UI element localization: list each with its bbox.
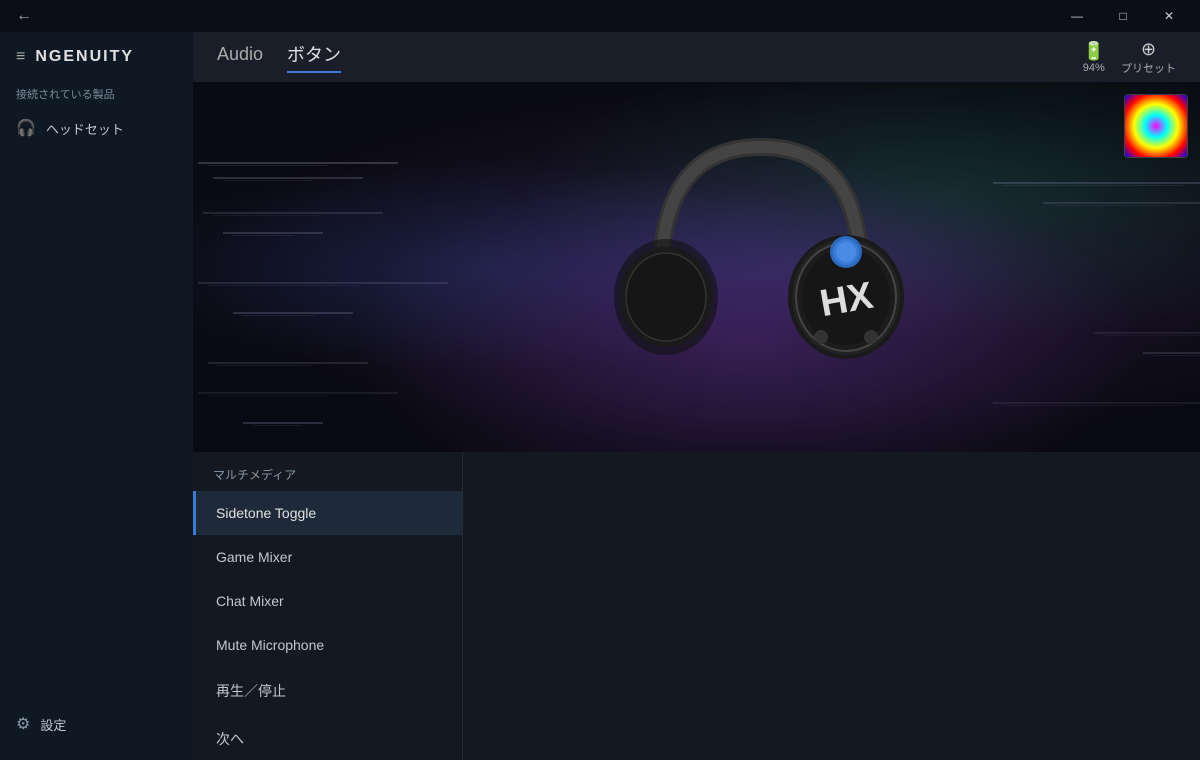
- tab-buttons[interactable]: ボタン: [287, 41, 341, 73]
- connected-products-label: 接続されている製品: [0, 74, 193, 108]
- preset-label: プリセット: [1121, 60, 1176, 76]
- headset-label: ヘッドセット: [46, 119, 124, 138]
- titlebar-left: ←: [8, 7, 40, 25]
- battery-icon: 🔋: [1083, 41, 1105, 62]
- hero-area: HX: [193, 82, 1200, 452]
- list-item[interactable]: Mute Microphone: [193, 623, 462, 667]
- list-item[interactable]: 次へ: [193, 715, 462, 760]
- glitch-line: [208, 165, 328, 166]
- list-item[interactable]: Sidetone Toggle: [193, 491, 462, 535]
- glitch-line: [213, 177, 363, 179]
- main-layout: ≡ NGENUITY 接続されている製品 🎧 ヘッドセット ⚙ 設定 Audio…: [0, 32, 1200, 760]
- settings-label: 設定: [40, 715, 66, 734]
- preset-icon: ⊕: [1141, 39, 1156, 60]
- glitch-line: [233, 235, 293, 236]
- glitch-line: [208, 362, 368, 364]
- glitch-line: [223, 232, 323, 234]
- glitch-line: [253, 425, 301, 426]
- content-area: Audio ボタン 🔋 94% ⊕ プリセット: [193, 32, 1200, 760]
- glitch-line: [243, 315, 315, 316]
- maximize-button[interactable]: □: [1100, 0, 1146, 32]
- right-panel: [463, 452, 1200, 760]
- sidebar-header: ≡ NGENUITY: [0, 32, 193, 74]
- glitch-line: [1003, 405, 1183, 406]
- headset-image: HX: [601, 97, 921, 437]
- glitch-line: [218, 365, 314, 366]
- bottom-panel: マルチメディア Sidetone ToggleGame MixerChat Mi…: [193, 452, 1200, 760]
- list-item[interactable]: Game Mixer: [193, 535, 462, 579]
- glitch-line: [198, 282, 448, 284]
- titlebar-controls: — □ ✕: [1054, 0, 1192, 32]
- glitch-line: [1143, 352, 1200, 354]
- settings-icon: ⚙: [16, 714, 30, 734]
- titlebar: ← — □ ✕: [0, 0, 1200, 32]
- glitch-line: [208, 395, 328, 396]
- glitch-line: [223, 180, 313, 181]
- sidebar-item-headset[interactable]: 🎧 ヘッドセット: [0, 108, 193, 148]
- glitch-line: [993, 402, 1200, 404]
- glitch-line: [1043, 202, 1200, 204]
- list-item[interactable]: Chat Mixer: [193, 579, 462, 623]
- sidebar: ≡ NGENUITY 接続されている製品 🎧 ヘッドセット ⚙ 設定: [0, 32, 193, 760]
- glitch-line: [1053, 205, 1173, 206]
- settings-item[interactable]: ⚙ 設定: [0, 704, 193, 744]
- battery-area: 🔋 94%: [1083, 41, 1105, 74]
- close-button[interactable]: ✕: [1146, 0, 1192, 32]
- battery-percentage: 94%: [1083, 62, 1105, 74]
- glitch-line: [1093, 332, 1200, 334]
- minimize-button[interactable]: —: [1054, 0, 1100, 32]
- glitch-line: [233, 312, 353, 314]
- glitch-line: [213, 215, 321, 216]
- button-list-panel: マルチメディア Sidetone ToggleGame MixerChat Mi…: [193, 452, 463, 760]
- preset-thumbnail[interactable]: [1124, 94, 1188, 158]
- glitch-line: [1003, 185, 1183, 186]
- preset-area[interactable]: ⊕ プリセット: [1121, 39, 1176, 76]
- glitch-line: [208, 285, 358, 286]
- glitch-line: [203, 212, 383, 214]
- brand-name: NGENUITY: [35, 48, 134, 66]
- tabs: Audio ボタン: [217, 41, 341, 73]
- back-button[interactable]: ←: [8, 7, 40, 25]
- multimedia-section-header: マルチメディア: [193, 452, 462, 491]
- list-item[interactable]: 再生／停止: [193, 667, 462, 715]
- glitch-line: [243, 422, 323, 424]
- glitch-line: [198, 392, 398, 394]
- glitch-line: [1103, 335, 1200, 336]
- glitch-line: [993, 182, 1200, 184]
- glitch-line: [1153, 355, 1200, 356]
- tab-audio[interactable]: Audio: [217, 44, 263, 71]
- preset-thumb-visual: [1125, 95, 1187, 157]
- topbar-right: 🔋 94% ⊕ プリセット: [1083, 39, 1176, 76]
- topbar: Audio ボタン 🔋 94% ⊕ プリセット: [193, 32, 1200, 82]
- hamburger-icon[interactable]: ≡: [16, 48, 25, 66]
- sidebar-bottom: ⚙ 設定: [0, 704, 193, 760]
- headset-icon: 🎧: [16, 118, 36, 138]
- glitch-line: [198, 162, 398, 164]
